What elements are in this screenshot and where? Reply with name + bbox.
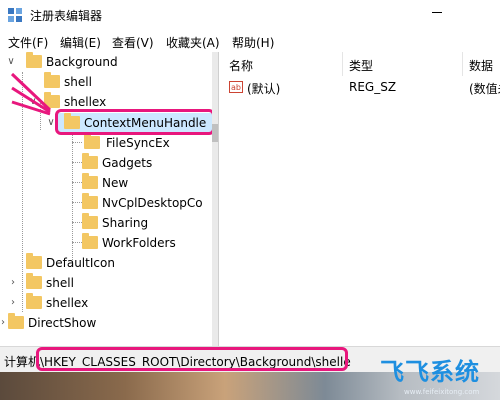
folder-icon [82, 193, 98, 209]
watermark-text: 飞飞系统 [380, 358, 480, 386]
column-separator[interactable] [462, 52, 463, 76]
chevron-right-icon[interactable]: › [8, 293, 18, 313]
annotation-path-box [36, 347, 348, 371]
column-data[interactable]: 数据 [469, 57, 493, 74]
tree-item-label: DirectShow [28, 316, 97, 330]
folder-icon [82, 213, 98, 229]
tree-item-label: New [102, 176, 129, 190]
menu-favorites[interactable]: 收藏夹(A) [166, 34, 220, 51]
folder-icon [82, 173, 98, 189]
tree-item-gadgets[interactable]: Gadgets [0, 153, 212, 173]
folder-icon [82, 233, 98, 249]
watermark-logo: 飞飞系统 [380, 352, 496, 386]
tree-item-label: shell [46, 276, 74, 290]
folder-icon [26, 293, 42, 309]
tree-item-label: FileSyncEx [106, 136, 170, 150]
column-separator[interactable] [342, 52, 343, 76]
folder-icon [82, 153, 98, 169]
watermark-url: www.feifeixitong.com [404, 388, 480, 396]
menu-help[interactable]: 帮助(H) [232, 34, 274, 51]
annotation-highlight-box [55, 109, 215, 135]
tree-item-shell-2[interactable]: › shell [0, 273, 212, 293]
tree-item-sharing[interactable]: Sharing [0, 213, 212, 233]
list-row[interactable]: ab (默认) REG_SZ (数值未 [219, 78, 500, 98]
tree-item-directshow[interactable]: › DirectShow [0, 313, 212, 333]
column-type[interactable]: 类型 [349, 57, 373, 74]
tree-item-label: NvCplDesktopCo [102, 196, 203, 210]
tree-item-workfolders[interactable]: WorkFolders [0, 233, 212, 253]
tree-item-background[interactable]: ∨ Background [0, 52, 212, 72]
folder-icon [84, 133, 100, 149]
tree-item-shellex-2[interactable]: › shellex [0, 293, 212, 313]
folder-icon [26, 253, 42, 269]
registry-editor-icon [8, 8, 22, 22]
menu-bar: 文件(F) 编辑(E) 查看(V) 收藏夹(A) 帮助(H) [0, 30, 500, 52]
chevron-right-icon[interactable]: › [8, 273, 18, 293]
list-header: 名称 类型 数据 [219, 52, 500, 76]
tree-item-defaulticon[interactable]: DefaultIcon [0, 253, 212, 273]
tree-item-label: Sharing [102, 216, 149, 230]
value-data: (数值未 [469, 82, 500, 96]
string-value-icon: ab [229, 81, 243, 93]
tree-item-label: Background [46, 55, 118, 69]
menu-file[interactable]: 文件(F) [8, 34, 48, 51]
tree-item-new[interactable]: New [0, 173, 212, 193]
title-bar: 注册表编辑器 [0, 0, 500, 30]
tree-item-nvcpldesktopcontext[interactable]: NvCplDesktopCo [0, 193, 212, 213]
menu-edit[interactable]: 编辑(E) [60, 34, 101, 51]
tree-item-filesyncex[interactable]: FileSyncEx [0, 133, 212, 153]
tree-item-label: DefaultIcon [46, 256, 115, 270]
window-title: 注册表编辑器 [30, 9, 103, 23]
folder-icon [26, 52, 42, 68]
chevron-down-icon[interactable]: ∨ [6, 52, 16, 72]
column-name[interactable]: 名称 [229, 57, 253, 74]
menu-view[interactable]: 查看(V) [112, 34, 154, 51]
chevron-right-icon[interactable]: › [0, 313, 8, 333]
value-name: (默认) [247, 82, 281, 96]
tree-item-label: Gadgets [102, 156, 153, 170]
tree-item-label: WorkFolders [102, 236, 176, 250]
tree-item-label: shellex [46, 296, 89, 310]
folder-icon [26, 273, 42, 289]
minimize-button[interactable] [432, 12, 442, 13]
value-type: REG_SZ [349, 80, 397, 94]
folder-icon [8, 313, 24, 329]
